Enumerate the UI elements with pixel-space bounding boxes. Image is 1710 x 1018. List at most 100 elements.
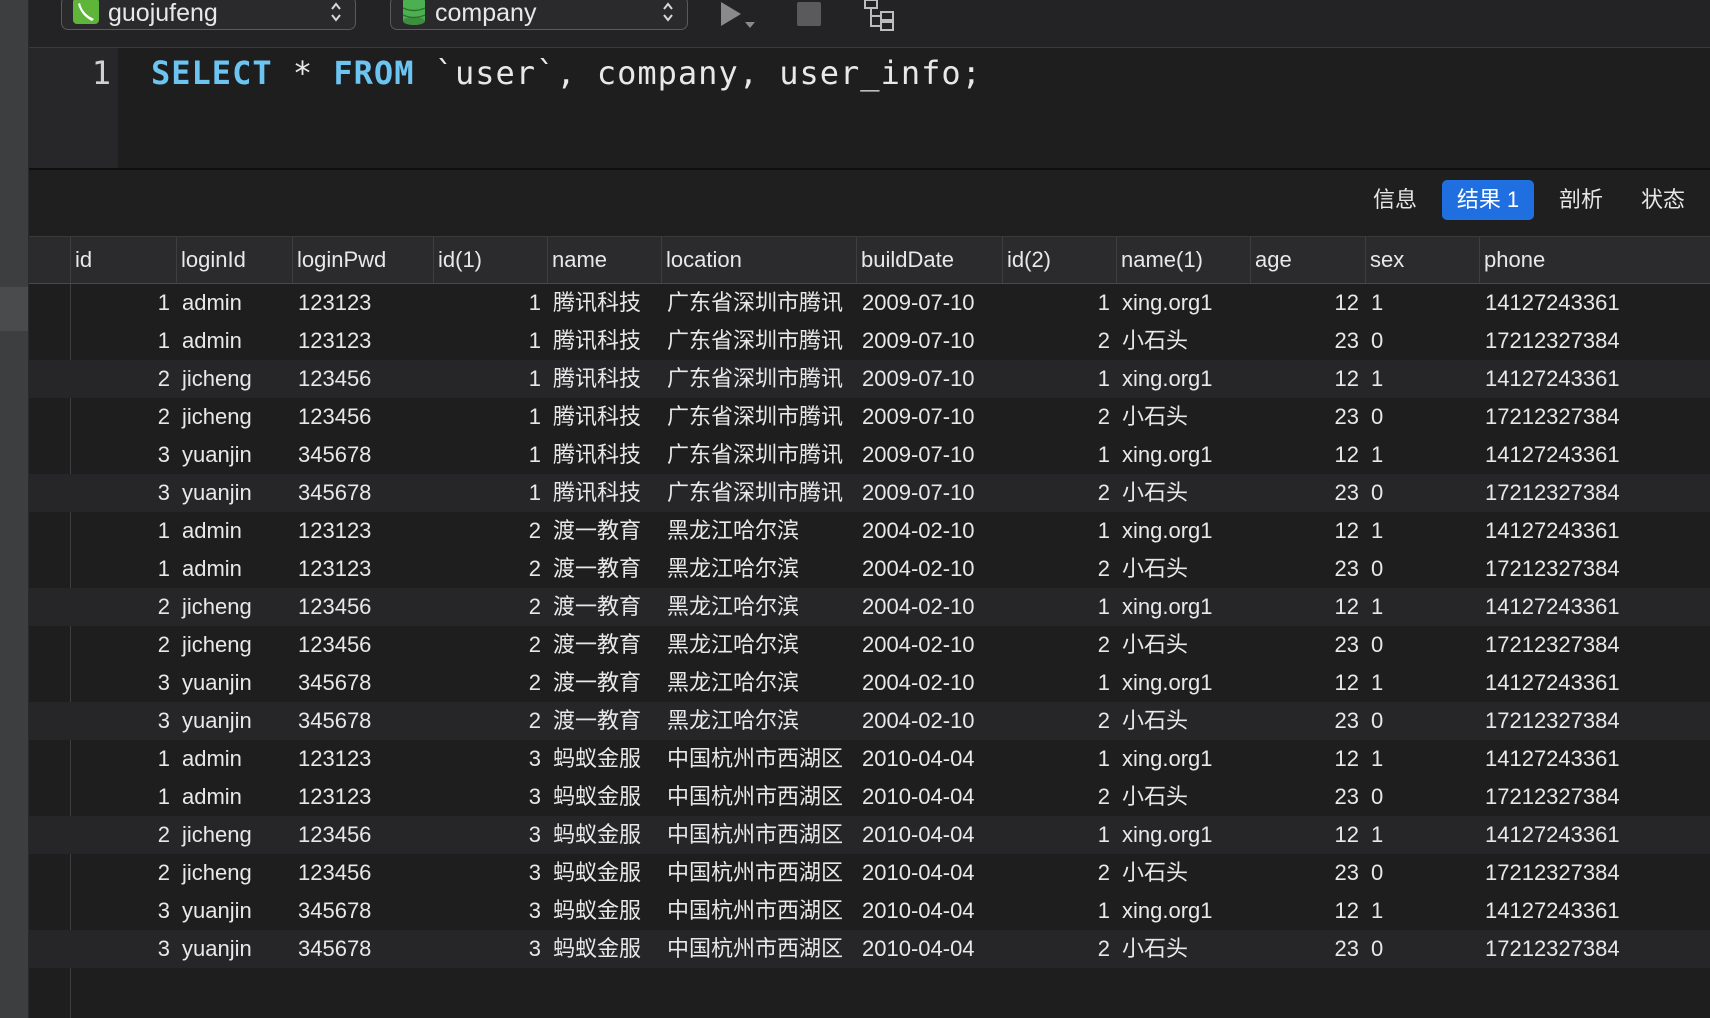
cell-build-date[interactable]: 2010-04-04 (856, 816, 1002, 854)
cell-company-name[interactable]: 渡一教育 (547, 702, 661, 740)
cell-sex[interactable]: 1 (1365, 436, 1479, 474)
cell-id[interactable]: 3 (70, 664, 176, 702)
cell-build-date[interactable]: 2004-02-10 (856, 702, 1002, 740)
cell-login-id[interactable]: yuanjin (176, 892, 292, 930)
cell-company-id[interactable]: 1 (433, 474, 547, 512)
cell-company-name[interactable]: 蚂蚁金服 (547, 778, 661, 816)
table-row[interactable]: 3 yuanjin 345678 1 腾讯科技 广东省深圳市腾讯 2009-07-10 1 xi… (29, 436, 1710, 474)
cell-age[interactable]: 12 (1250, 512, 1365, 550)
cell-sex[interactable]: 0 (1365, 702, 1479, 740)
cell-id[interactable]: 2 (70, 398, 176, 436)
cell-company-id[interactable]: 1 (433, 398, 547, 436)
table-row[interactable]: 2 jicheng 123456 2 渡一教育 黑龙江哈尔滨 2004-02-10 2 小石头 2… (29, 626, 1710, 664)
column-header-phone[interactable]: phone (1479, 237, 1635, 283)
cell-age[interactable]: 12 (1250, 664, 1365, 702)
cell-login-id[interactable]: jicheng (176, 816, 292, 854)
cell-company-id[interactable]: 2 (433, 702, 547, 740)
cell-id[interactable]: 1 (70, 322, 176, 360)
cell-company-name[interactable]: 腾讯科技 (547, 474, 661, 512)
cell-phone[interactable]: 17212327384 (1479, 930, 1635, 968)
table-row[interactable]: 2 jicheng 123456 2 渡一教育 黑龙江哈尔滨 2004-02-10 1 xing… (29, 588, 1710, 626)
cell-login-pwd[interactable]: 123456 (292, 816, 433, 854)
cell-company-name[interactable]: 腾讯科技 (547, 360, 661, 398)
table-row[interactable]: 2 jicheng 123456 1 腾讯科技 广东省深圳市腾讯 2009-07-10 2 小石… (29, 398, 1710, 436)
cell-company-id[interactable]: 3 (433, 892, 547, 930)
cell-company-id[interactable]: 2 (433, 588, 547, 626)
tab-profile[interactable]: 剖析 (1553, 180, 1609, 220)
cell-user-info-name[interactable]: 小石头 (1116, 930, 1250, 968)
stop-icon[interactable] (797, 2, 821, 26)
cell-build-date[interactable]: 2004-02-10 (856, 664, 1002, 702)
cell-user-info-name[interactable]: 小石头 (1116, 626, 1250, 664)
cell-company-id[interactable]: 1 (433, 284, 547, 322)
column-header-age[interactable]: age (1250, 237, 1365, 283)
cell-age[interactable]: 12 (1250, 360, 1365, 398)
cell-sex[interactable]: 1 (1365, 284, 1479, 322)
cell-id[interactable]: 3 (70, 702, 176, 740)
cell-company-id[interactable]: 3 (433, 816, 547, 854)
cell-user-info-name[interactable]: 小石头 (1116, 322, 1250, 360)
cell-login-pwd[interactable]: 123456 (292, 398, 433, 436)
cell-build-date[interactable]: 2010-04-04 (856, 740, 1002, 778)
column-header-build-date[interactable]: buildDate (856, 237, 1002, 283)
cell-id[interactable]: 1 (70, 512, 176, 550)
cell-age[interactable]: 12 (1250, 588, 1365, 626)
cell-login-pwd[interactable]: 345678 (292, 474, 433, 512)
column-header-company-name[interactable]: name (547, 237, 661, 283)
column-header-user-info-name[interactable]: name(1) (1116, 237, 1250, 283)
cell-company-id[interactable]: 3 (433, 854, 547, 892)
cell-user-info-name[interactable]: xing.org1 (1116, 892, 1250, 930)
cell-sex[interactable]: 0 (1365, 474, 1479, 512)
table-row[interactable]: 1 admin 123123 3 蚂蚁金服 中国杭州市西湖区 2010-04-04 2 小石头 2… (29, 778, 1710, 816)
cell-phone[interactable]: 17212327384 (1479, 778, 1635, 816)
cell-id[interactable]: 2 (70, 360, 176, 398)
table-row[interactable]: 3 yuanjin 345678 2 渡一教育 黑龙江哈尔滨 2004-02-10 1 xing… (29, 664, 1710, 702)
table-row[interactable]: 3 yuanjin 345678 1 腾讯科技 广东省深圳市腾讯 2009-07-10 2 小石… (29, 474, 1710, 512)
cell-sex[interactable]: 0 (1365, 398, 1479, 436)
cell-phone[interactable]: 17212327384 (1479, 626, 1635, 664)
cell-login-id[interactable]: admin (176, 512, 292, 550)
sql-code-line[interactable]: SELECT * FROM `user`, company, user_info… (151, 54, 982, 92)
cell-user-info-name[interactable]: xing.org1 (1116, 360, 1250, 398)
cell-user-info-name[interactable]: xing.org1 (1116, 436, 1250, 474)
cell-user-info-name[interactable]: xing.org1 (1116, 816, 1250, 854)
cell-id[interactable]: 1 (70, 284, 176, 322)
cell-build-date[interactable]: 2009-07-10 (856, 474, 1002, 512)
cell-sex[interactable]: 1 (1365, 892, 1479, 930)
cell-login-pwd[interactable]: 123123 (292, 550, 433, 588)
cell-location[interactable]: 中国杭州市西湖区 (661, 778, 856, 816)
cell-build-date[interactable]: 2009-07-10 (856, 322, 1002, 360)
cell-id[interactable]: 1 (70, 778, 176, 816)
cell-company-id[interactable]: 3 (433, 778, 547, 816)
cell-user-info-name[interactable]: xing.org1 (1116, 664, 1250, 702)
cell-user-info-id[interactable]: 2 (1002, 550, 1116, 588)
cell-company-name[interactable]: 蚂蚁金服 (547, 740, 661, 778)
cell-company-id[interactable]: 1 (433, 322, 547, 360)
cell-age[interactable]: 23 (1250, 550, 1365, 588)
cell-age[interactable]: 12 (1250, 892, 1365, 930)
cell-age[interactable]: 12 (1250, 284, 1365, 322)
table-row[interactable]: 3 yuanjin 345678 2 渡一教育 黑龙江哈尔滨 2004-02-10 2 小石头 2… (29, 702, 1710, 740)
cell-company-id[interactable]: 2 (433, 626, 547, 664)
cell-login-pwd[interactable]: 345678 (292, 930, 433, 968)
cell-age[interactable]: 12 (1250, 816, 1365, 854)
cell-id[interactable]: 3 (70, 474, 176, 512)
cell-login-pwd[interactable]: 345678 (292, 702, 433, 740)
cell-login-pwd[interactable]: 345678 (292, 664, 433, 702)
tab-result-1[interactable]: 结果 1 (1442, 180, 1534, 220)
column-header-login-pwd[interactable]: loginPwd (292, 237, 433, 283)
column-header-sex[interactable]: sex (1365, 237, 1479, 283)
table-row[interactable]: 3 yuanjin 345678 3 蚂蚁金服 中国杭州市西湖区 2010-04-04 1 xi… (29, 892, 1710, 930)
cell-phone[interactable]: 17212327384 (1479, 854, 1635, 892)
tab-info[interactable]: 信息 (1367, 180, 1423, 220)
connection-select[interactable]: guojufeng (61, 0, 356, 30)
cell-sex[interactable]: 1 (1365, 360, 1479, 398)
database-select[interactable]: company (390, 0, 688, 30)
cell-company-id[interactable]: 3 (433, 740, 547, 778)
cell-age[interactable]: 12 (1250, 740, 1365, 778)
cell-location[interactable]: 黑龙江哈尔滨 (661, 664, 856, 702)
cell-build-date[interactable]: 2010-04-04 (856, 778, 1002, 816)
cell-phone[interactable]: 14127243361 (1479, 816, 1635, 854)
cell-login-pwd[interactable]: 345678 (292, 892, 433, 930)
cell-phone[interactable]: 17212327384 (1479, 322, 1635, 360)
